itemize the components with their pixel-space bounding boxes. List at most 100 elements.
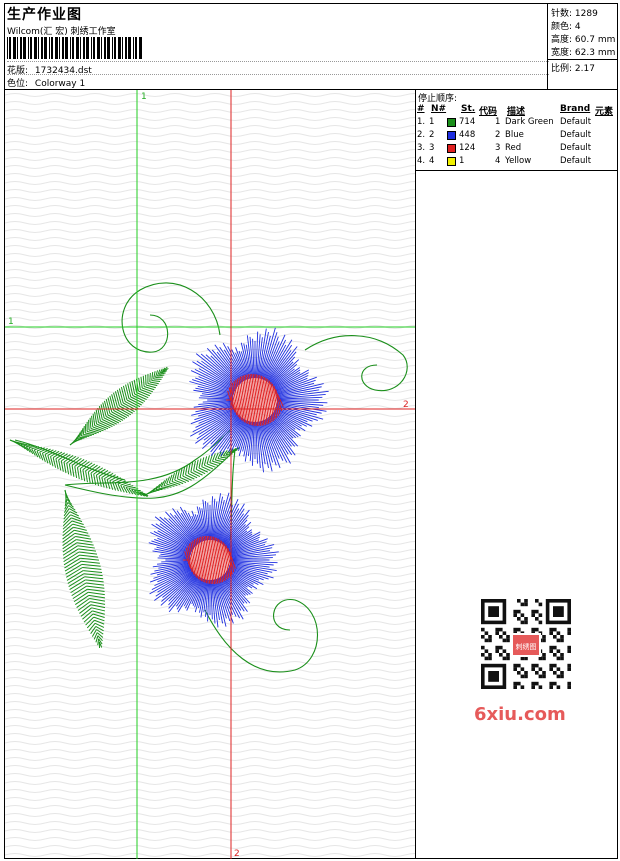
qr-module bbox=[524, 617, 528, 621]
page-title: 生产作业图 bbox=[7, 7, 82, 23]
qr-module bbox=[517, 627, 521, 632]
row-description: Blue bbox=[505, 130, 524, 140]
qr-module bbox=[542, 635, 546, 639]
qr-module bbox=[513, 685, 517, 689]
qr-module bbox=[524, 656, 528, 661]
design-canvas[interactable]: 1 1 2 2 bbox=[5, 90, 416, 859]
col-header: 描述 bbox=[507, 107, 526, 117]
qr-module bbox=[520, 613, 525, 617]
barcode-bar bbox=[20, 37, 22, 59]
qr-module bbox=[517, 671, 521, 675]
qr-module bbox=[567, 663, 571, 668]
qr-module bbox=[549, 627, 553, 632]
qr-module bbox=[538, 667, 543, 671]
qr-module bbox=[556, 638, 561, 643]
qr-module bbox=[560, 671, 564, 675]
row-stitches: 448 bbox=[459, 130, 476, 140]
qr-module bbox=[520, 656, 525, 661]
qr-module bbox=[556, 656, 561, 661]
stat-label: 颜色: bbox=[551, 22, 573, 32]
guide-label: 2 bbox=[403, 400, 409, 410]
row-code: 3 bbox=[495, 143, 501, 153]
guide-label: 1 bbox=[8, 317, 14, 327]
qr-module bbox=[567, 667, 571, 671]
barcode-bar bbox=[133, 37, 134, 59]
leaf-stitch bbox=[84, 423, 87, 434]
qr-module bbox=[517, 663, 521, 668]
qr-module bbox=[542, 638, 546, 643]
stat-label: 高度: bbox=[551, 35, 573, 45]
qr-module bbox=[538, 602, 543, 607]
qr-module bbox=[549, 645, 553, 650]
col-header: 代码 bbox=[479, 107, 498, 117]
barcode-bar bbox=[7, 37, 8, 59]
qr-module bbox=[481, 653, 485, 657]
qr-module bbox=[506, 635, 510, 639]
barcode bbox=[7, 37, 142, 59]
qr-module bbox=[567, 631, 571, 635]
barcode-bar bbox=[65, 37, 68, 59]
stat-value: 2.17 bbox=[574, 64, 595, 74]
qr-module bbox=[506, 656, 510, 661]
stat-stitches: 针数: 1289 bbox=[551, 6, 598, 19]
barcode-bar bbox=[76, 37, 79, 59]
qr-module bbox=[542, 653, 546, 657]
row-code: 2 bbox=[495, 130, 501, 140]
stats-panel: 针数: 1289 颜色: 4 高度: 60.7 mm 宽度: 62.3 mm 比… bbox=[547, 4, 618, 89]
qr-module bbox=[538, 685, 543, 689]
qr-module bbox=[520, 674, 525, 679]
qr-stamp-text: 刺绣图 bbox=[516, 642, 537, 651]
stats-divider bbox=[548, 59, 618, 60]
barcode-bar bbox=[38, 37, 39, 59]
row-brand: Default bbox=[560, 117, 592, 127]
row-needle: 2 bbox=[429, 130, 435, 140]
guide-label: 2 bbox=[234, 849, 240, 859]
qr-module bbox=[520, 620, 525, 625]
qr-module bbox=[538, 620, 543, 625]
qr-module bbox=[524, 599, 528, 603]
barcode-bar bbox=[49, 37, 50, 59]
qr-module bbox=[535, 671, 539, 675]
barcode-bar bbox=[97, 37, 100, 59]
stat-scale: 比例: 2.17 bbox=[551, 61, 595, 74]
qr-module bbox=[556, 649, 561, 653]
qr-module bbox=[549, 681, 553, 686]
color-swatch bbox=[447, 157, 456, 166]
qr-module bbox=[556, 667, 561, 671]
qr-module bbox=[567, 645, 571, 650]
color-swatch bbox=[447, 131, 456, 140]
qr-module bbox=[531, 667, 535, 671]
barcode-bar bbox=[70, 37, 71, 59]
row-stitches: 124 bbox=[459, 143, 476, 153]
qr-module bbox=[506, 653, 510, 657]
stat-label: 比例: bbox=[551, 64, 573, 74]
barcode-bar bbox=[83, 37, 85, 59]
qr-module bbox=[553, 671, 557, 675]
qr-module bbox=[553, 681, 557, 686]
canvas-texture bbox=[5, 90, 415, 859]
qr-module bbox=[502, 656, 507, 661]
qr-module bbox=[535, 663, 539, 668]
row-needle: 1 bbox=[429, 117, 435, 127]
leaf-stitch bbox=[149, 372, 151, 383]
stop-sequence-panel: 停止顺序: # N# St. 代码 描述 Brand 元素 1. 1 714 1 Dar… bbox=[416, 90, 617, 859]
production-sheet: 生产作业图 Wilcom(汇 宏) 刺绣工作室 花版: 1732434.dst … bbox=[4, 3, 618, 859]
qr-module bbox=[495, 649, 499, 653]
qr-module bbox=[531, 681, 535, 686]
row-index: 1. bbox=[417, 117, 426, 127]
stop-sequence-table: 停止顺序: # N# St. 代码 描述 Brand 元素 1. 1 714 1 Dar… bbox=[416, 90, 617, 171]
qr-module bbox=[535, 681, 539, 686]
qr-module bbox=[538, 613, 543, 617]
qr-module bbox=[517, 617, 521, 621]
qr-module bbox=[513, 613, 517, 617]
qr-module bbox=[488, 638, 492, 643]
qr-module bbox=[517, 609, 521, 614]
qr-module bbox=[553, 635, 557, 639]
colorway-label: 色位: bbox=[7, 79, 29, 89]
qr-module bbox=[513, 663, 517, 668]
barcode-bar bbox=[59, 37, 60, 59]
qr-module bbox=[499, 645, 503, 650]
qr-module bbox=[567, 685, 571, 689]
row-brand: Default bbox=[560, 156, 592, 166]
leaf-stitch bbox=[18, 442, 25, 445]
